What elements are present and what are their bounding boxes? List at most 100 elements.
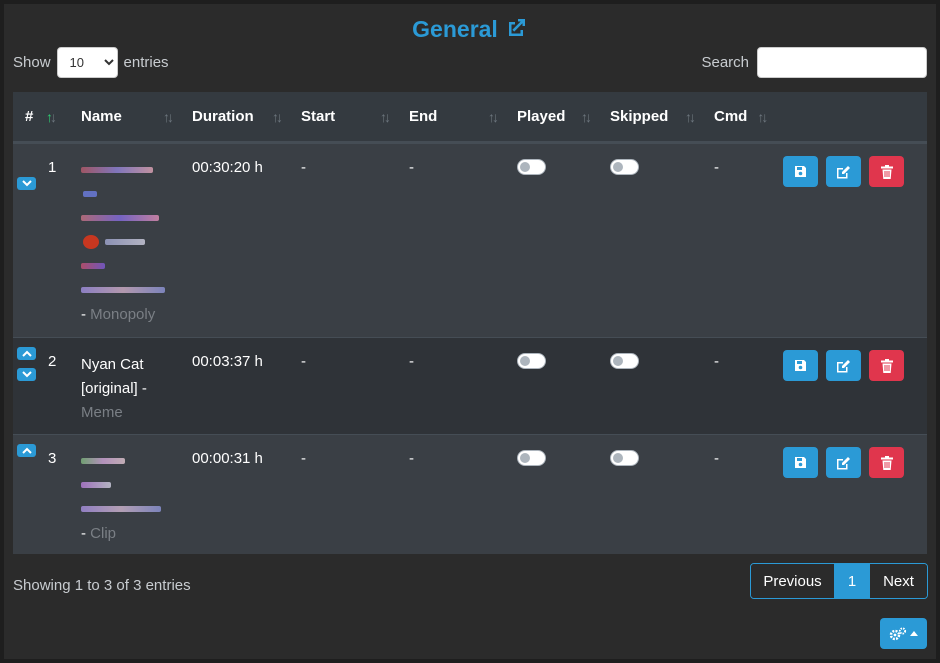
column-header-cmd[interactable]: Cmd ↑↓	[706, 92, 783, 144]
obscured-text	[81, 474, 184, 498]
save-button[interactable]	[783, 350, 818, 381]
played-cell	[509, 142, 602, 338]
name-line: [original] -	[81, 380, 147, 397]
edit-button[interactable]	[826, 447, 861, 478]
edit-button[interactable]	[826, 350, 861, 381]
obscured-text	[81, 498, 184, 522]
row-name-cell: Nyan Cat [original] - Meme	[73, 337, 184, 435]
column-header-start[interactable]: Start ↑↓	[293, 92, 401, 144]
trash-icon	[880, 164, 893, 179]
row-control-cell: 1	[13, 142, 73, 338]
row-number: 3	[48, 450, 57, 467]
obscured-text	[81, 159, 184, 183]
trash-icon	[880, 455, 893, 470]
external-link-icon[interactable]	[504, 16, 528, 46]
save-icon	[795, 457, 806, 468]
obscured-text	[81, 207, 184, 231]
edit-icon	[837, 456, 850, 469]
played-toggle[interactable]	[517, 159, 546, 175]
cmd-cell: -	[706, 337, 783, 435]
length-menu-suffix: entries	[123, 54, 169, 71]
sort-asc-icon: ↑↓	[46, 108, 57, 125]
column-header-skipped[interactable]: Skipped ↑↓	[602, 92, 706, 144]
delete-button[interactable]	[869, 350, 904, 381]
row-name-cell: - Clip	[73, 434, 184, 554]
column-header-number[interactable]: # ↑↓	[13, 92, 73, 144]
sort-icon: ↑↓	[581, 108, 592, 125]
edit-button[interactable]	[826, 156, 861, 187]
actions-cell	[783, 337, 927, 435]
delete-button[interactable]	[869, 447, 904, 478]
start-cell: -	[293, 337, 401, 435]
skipped-toggle[interactable]	[610, 353, 639, 369]
name-line: Nyan Cat	[81, 356, 144, 373]
column-header-actions	[783, 92, 927, 144]
end-cell: -	[401, 337, 509, 435]
name-suffix: -	[81, 306, 91, 323]
page-title[interactable]: General	[4, 16, 936, 46]
start-cell: -	[293, 142, 401, 338]
obscured-text	[81, 279, 184, 303]
cmd-cell: -	[706, 434, 783, 554]
caret-up-icon	[910, 631, 918, 636]
move-down-button[interactable]	[17, 368, 36, 381]
playlist-panel: General Show 10 entries Search # ↑↓ Name ↑…	[4, 4, 936, 659]
playlist-table: # ↑↓ Name ↑↓ Duration ↑↓ Start ↑↓ End ↑↓ Play…	[13, 92, 927, 554]
skipped-cell	[602, 434, 706, 554]
gears-icon	[889, 626, 907, 640]
actions-cell	[783, 142, 927, 338]
played-cell	[509, 434, 602, 554]
delete-button[interactable]	[869, 156, 904, 187]
save-button[interactable]	[783, 447, 818, 478]
length-menu-prefix: Show	[13, 54, 51, 71]
obscured-text	[81, 231, 184, 255]
edit-icon	[837, 165, 850, 178]
pagination: Previous 1 Next	[750, 563, 928, 599]
row-control-cell: 3	[13, 434, 73, 554]
skipped-toggle[interactable]	[610, 450, 639, 466]
next-page-button[interactable]: Next	[869, 564, 927, 598]
page-title-text[interactable]: General	[412, 16, 498, 42]
skipped-cell	[602, 142, 706, 338]
sort-icon: ↑↓	[685, 108, 696, 125]
column-header-name[interactable]: Name ↑↓	[73, 92, 184, 144]
cmd-cell: -	[706, 142, 783, 338]
previous-page-button[interactable]: Previous	[751, 564, 835, 598]
category-label: Clip	[90, 525, 117, 542]
search-label: Search	[701, 54, 749, 71]
duration-cell: 00:03:37 h	[184, 337, 293, 435]
move-down-button[interactable]	[17, 177, 36, 190]
row-name-cell: - Monopoly	[73, 142, 184, 338]
search-box: Search	[701, 47, 927, 78]
move-up-button[interactable]	[17, 347, 36, 360]
search-input[interactable]	[757, 47, 927, 78]
settings-dropdown-button[interactable]	[880, 618, 927, 649]
column-header-end[interactable]: End ↑↓	[401, 92, 509, 144]
row-number: 2	[48, 353, 57, 370]
name-suffix: -	[81, 525, 91, 542]
move-up-button[interactable]	[17, 444, 36, 457]
obscured-text	[81, 183, 184, 207]
played-toggle[interactable]	[517, 353, 546, 369]
played-cell	[509, 337, 602, 435]
column-header-played[interactable]: Played ↑↓	[509, 92, 602, 144]
actions-cell	[783, 434, 927, 554]
column-header-duration[interactable]: Duration ↑↓	[184, 92, 293, 144]
sort-icon: ↑↓	[488, 108, 499, 125]
obscured-text	[81, 450, 184, 474]
save-button[interactable]	[783, 156, 818, 187]
sort-icon: ↑↓	[272, 108, 283, 125]
skipped-toggle[interactable]	[610, 159, 639, 175]
skipped-cell	[602, 337, 706, 435]
played-toggle[interactable]	[517, 450, 546, 466]
table-row: 1 - Monopoly 00:30:20 h - - -	[13, 142, 927, 338]
table-header-row: # ↑↓ Name ↑↓ Duration ↑↓ Start ↑↓ End ↑↓ Play…	[13, 92, 927, 144]
edit-icon	[837, 359, 850, 372]
entries-per-page-select[interactable]: 10	[56, 47, 118, 78]
table-info: Showing 1 to 3 of 3 entries	[13, 577, 191, 594]
save-icon	[795, 166, 806, 177]
category-label: Meme	[81, 404, 123, 421]
length-menu: Show 10 entries	[13, 47, 169, 78]
trash-icon	[880, 358, 893, 373]
page-1-button[interactable]: 1	[835, 564, 869, 598]
